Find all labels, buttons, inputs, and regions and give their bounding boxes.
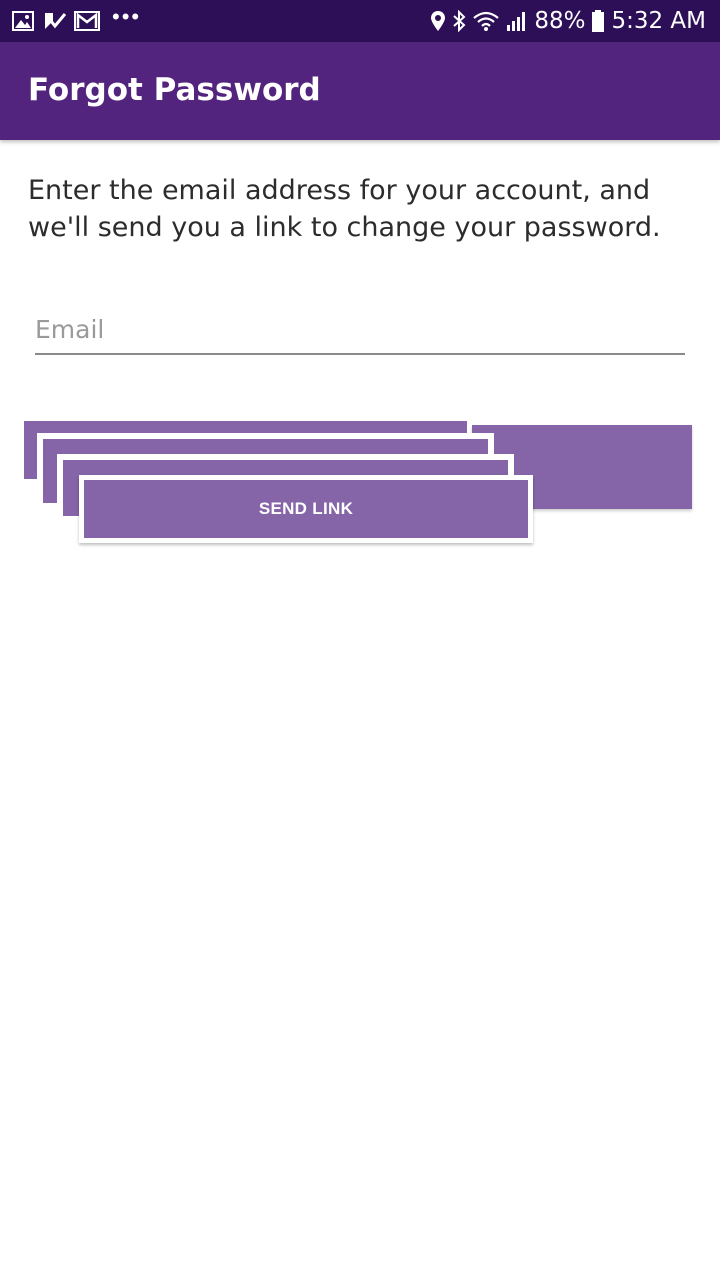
signal-icon bbox=[506, 8, 528, 34]
status-time: 5:32 AM bbox=[611, 8, 706, 34]
app-bar: Forgot Password bbox=[0, 42, 720, 140]
bluetooth-icon bbox=[452, 8, 466, 34]
email-field[interactable] bbox=[35, 307, 685, 355]
battery-icon bbox=[591, 8, 605, 34]
gmail-icon bbox=[74, 8, 100, 34]
gallery-icon bbox=[10, 8, 36, 34]
location-icon bbox=[430, 8, 446, 34]
wifi-icon bbox=[472, 8, 500, 34]
battery-percent: 88% bbox=[534, 8, 586, 34]
instructions-text: Enter the email address for your account… bbox=[28, 175, 661, 243]
email-input[interactable] bbox=[35, 307, 685, 351]
task-check-icon bbox=[42, 8, 68, 34]
status-bar: ••• 88% 5:32 AM bbox=[0, 0, 720, 42]
send-link-button[interactable]: SEND LINK bbox=[79, 475, 533, 543]
more-notifications-icon: ••• bbox=[112, 4, 142, 29]
status-right-icons: 88% 5:32 AM bbox=[424, 6, 706, 36]
page-title: Forgot Password bbox=[28, 72, 321, 108]
status-left-icons: ••• bbox=[10, 4, 142, 34]
